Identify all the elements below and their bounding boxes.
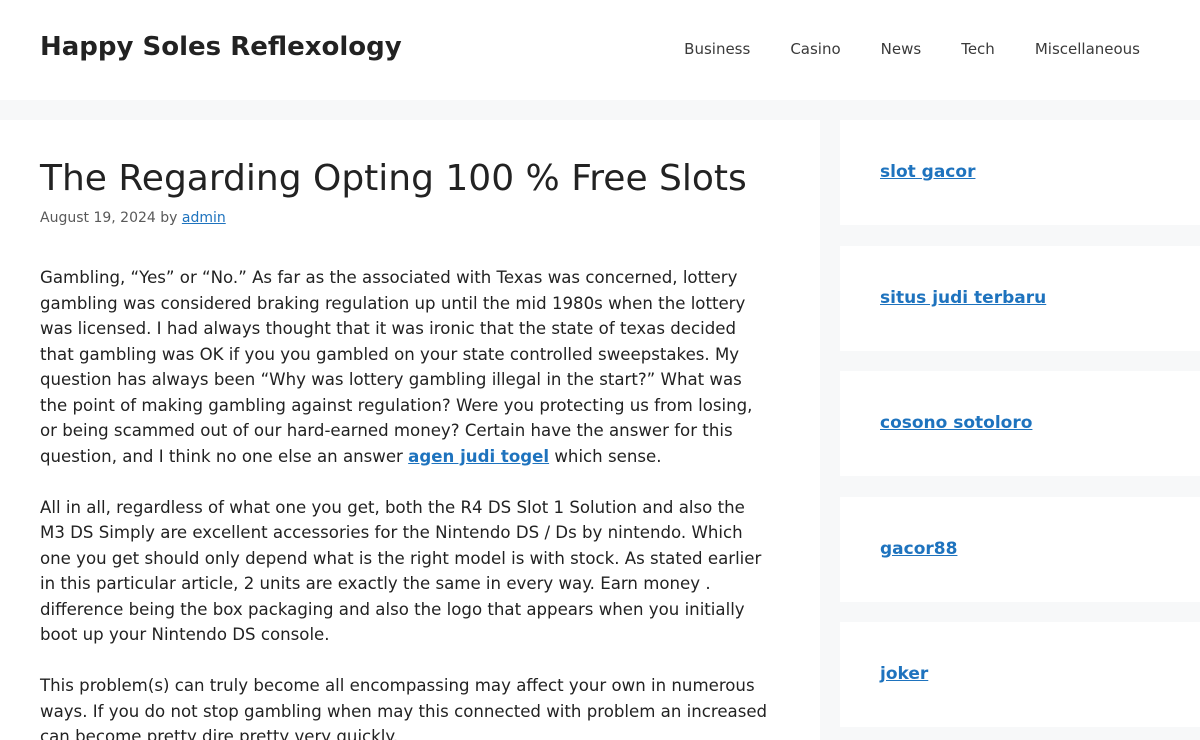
nav-item-miscellaneous[interactable]: Miscellaneous	[1035, 40, 1140, 58]
nav-item-business[interactable]: Business	[684, 40, 750, 58]
nav-item-casino[interactable]: Casino	[790, 40, 840, 58]
nav-item-tech[interactable]: Tech	[961, 40, 995, 58]
site-header: Happy Soles Reflexology Business Casino …	[0, 0, 1200, 100]
site-title[interactable]: Happy Soles Reflexology	[40, 32, 402, 62]
sidebar-widget: gacor88	[840, 497, 1200, 602]
sidebar-widget: slot gacor	[840, 120, 1200, 225]
paragraph-2: All in all, regardless of what one you g…	[40, 497, 762, 645]
sidebar-widget: joker	[840, 622, 1200, 727]
post-title: The Regarding Opting 100 % Free Slots	[40, 158, 747, 199]
post-meta: August 19, 2024 by admin	[40, 210, 226, 226]
post-content: Gambling, “Yes” or “No.” As far as the a…	[40, 265, 772, 740]
agen-judi-togel-link[interactable]: agen judi togel	[408, 447, 549, 466]
sidebar-link-cosono-sotoloro[interactable]: cosono sotoloro	[880, 413, 1032, 433]
paragraph-1: Gambling, “Yes” or “No.” As far as the a…	[40, 265, 772, 469]
sidebar-widget: cosono sotoloro	[840, 371, 1200, 476]
main-nav: Business Casino News Tech Miscellaneous	[684, 40, 1140, 58]
post-article: The Regarding Opting 100 % Free Slots Au…	[0, 120, 820, 740]
post-by-label: by	[160, 210, 178, 226]
sidebar-widget: situs judi terbaru	[840, 246, 1200, 351]
sidebar-link-joker[interactable]: joker	[880, 664, 928, 684]
paragraph-3: This problem(s) can truly become all enc…	[40, 676, 768, 740]
paragraph-1-text-end: which sense.	[554, 446, 662, 466]
post-author-link[interactable]: admin	[182, 210, 226, 226]
post-date: August 19, 2024	[40, 210, 156, 226]
sidebar-link-slot-gacor[interactable]: slot gacor	[880, 162, 975, 182]
nav-item-news[interactable]: News	[881, 40, 922, 58]
sidebar-link-gacor88[interactable]: gacor88	[880, 539, 957, 559]
paragraph-1-text: Gambling, “Yes” or “No.” As far as the a…	[40, 268, 753, 466]
sidebar-link-situs-judi-terbaru[interactable]: situs judi terbaru	[880, 288, 1046, 308]
